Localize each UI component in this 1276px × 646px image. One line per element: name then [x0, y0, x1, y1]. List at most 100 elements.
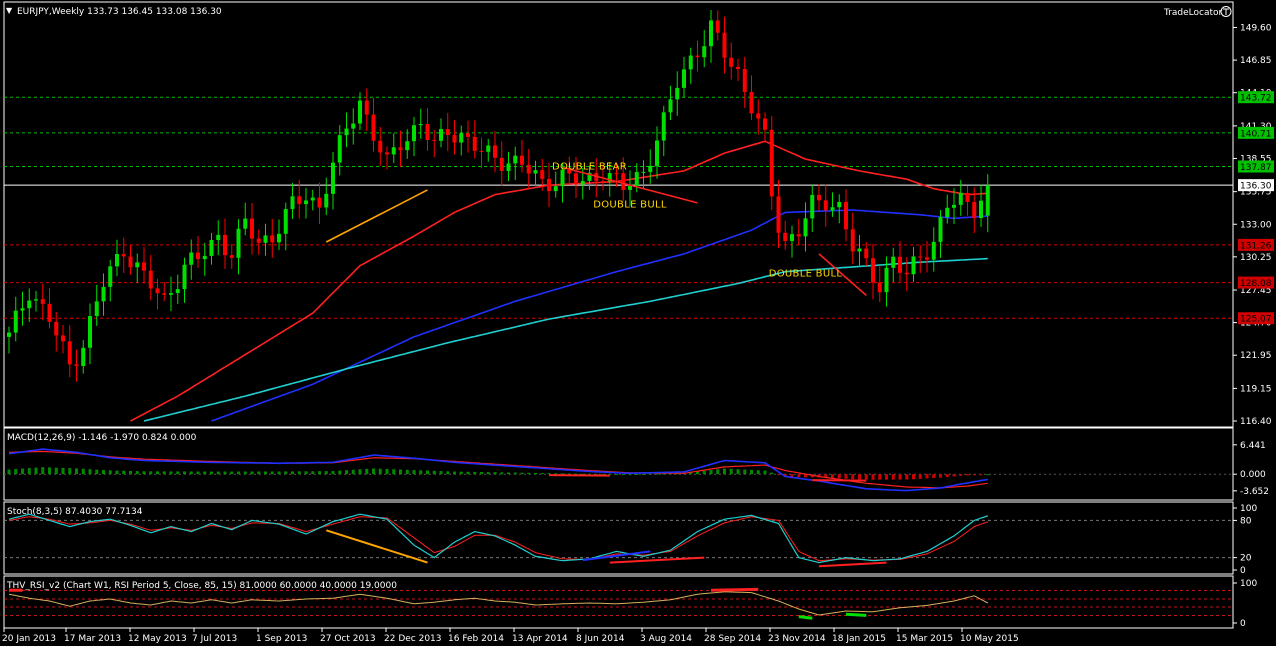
- rsi-tick-label: 0: [1240, 619, 1246, 629]
- candle-body: [614, 173, 619, 175]
- macd-histogram-bar: [952, 474, 956, 477]
- candle-body: [101, 286, 106, 302]
- macd-histogram-bar: [439, 471, 443, 475]
- date-tick-label: 10 May 2015: [960, 634, 1019, 644]
- candle-body: [682, 69, 686, 88]
- candle-body: [918, 256, 923, 258]
- candle-body: [945, 207, 950, 218]
- candle-body: [675, 87, 680, 100]
- candle-body: [958, 192, 963, 205]
- macd-histogram-bar: [743, 469, 747, 475]
- macd-histogram-bar: [891, 474, 895, 480]
- candle-body: [540, 170, 545, 179]
- candle-body: [506, 163, 511, 171]
- macd-histogram-bar: [527, 472, 531, 475]
- candle-body: [236, 228, 241, 258]
- candle-body: [763, 118, 767, 130]
- macd-histogram-bar: [122, 470, 126, 475]
- macd-histogram-bar: [878, 474, 882, 480]
- candle-body: [857, 248, 862, 252]
- macd-pane: 6.441 0.000 -3.652: [4, 441, 1269, 497]
- candle-body: [175, 289, 180, 294]
- stoch-tick-label: 20: [1240, 554, 1252, 564]
- stoch-tick-label: 100: [1240, 504, 1257, 514]
- macd-histogram-bar: [75, 468, 78, 475]
- rsi-tick-label: 100: [1240, 579, 1257, 589]
- price-tick-label: 130.25: [1240, 253, 1272, 263]
- macd-histogram-bar: [338, 470, 342, 475]
- macd-histogram-bar: [129, 470, 132, 475]
- candle-body: [844, 201, 848, 230]
- macd-histogram-bar: [318, 471, 321, 475]
- macd-histogram-bar: [68, 468, 72, 475]
- candle-body: [580, 180, 585, 185]
- macd-histogram-bar: [284, 471, 288, 475]
- macd-histogram-bar: [176, 471, 180, 475]
- macd-histogram-bar: [432, 470, 436, 475]
- macd-histogram-bar: [466, 471, 470, 475]
- candle-body: [877, 282, 882, 293]
- candle-body: [925, 257, 929, 260]
- candle-body: [61, 335, 65, 342]
- candle-body: [452, 135, 457, 143]
- candle-body: [439, 129, 443, 141]
- macd-histogram-bar: [156, 471, 159, 475]
- date-tick-label: 22 Dec 2013: [384, 634, 442, 644]
- candle-body: [398, 147, 403, 151]
- candle-body: [391, 147, 396, 155]
- macd-histogram-bar: [446, 471, 450, 475]
- macd-histogram-bar: [628, 474, 632, 476]
- candle-body: [493, 145, 497, 158]
- macd-histogram-bar: [702, 470, 706, 475]
- macd-signal-line: [8, 450, 988, 489]
- candle-body: [486, 145, 491, 152]
- candle-body: [297, 196, 302, 205]
- macd-histogram-bar: [14, 469, 18, 475]
- macd-histogram-bar: [493, 472, 497, 475]
- candle-body: [850, 229, 855, 252]
- candle-body: [270, 235, 275, 243]
- candle-body: [891, 256, 896, 268]
- candle-body: [796, 234, 801, 237]
- macd-histogram-bar: [162, 471, 166, 475]
- candle-body: [27, 300, 32, 309]
- macd-histogram-bar: [540, 473, 544, 475]
- candle-body: [526, 164, 531, 174]
- macd-histogram-bar: [986, 474, 990, 476]
- candle-body: [749, 91, 754, 114]
- date-tick-label: 3 Aug 2014: [640, 634, 692, 644]
- candle-body: [479, 150, 484, 152]
- rsi-title: THV_RSI_v2 (Chart W1, RSI Period 5, Clos…: [6, 581, 397, 591]
- candle-body: [331, 162, 335, 194]
- macd-histogram-bar: [547, 473, 551, 475]
- candle-body: [304, 200, 308, 205]
- candle-body: [911, 256, 916, 275]
- candle-body: [202, 255, 207, 260]
- macd-histogram-bar: [912, 474, 915, 480]
- macd-histogram-bar: [277, 471, 281, 475]
- macd-histogram-bar: [864, 474, 868, 480]
- candle-body: [769, 129, 774, 197]
- macd-histogram-bar: [756, 470, 760, 475]
- candle-body: [817, 194, 821, 201]
- candle-body: [715, 20, 720, 33]
- candle-body: [74, 364, 79, 367]
- macd-histogram-bar: [108, 470, 112, 475]
- candle-body: [803, 218, 808, 237]
- price-tick-label: 121.95: [1240, 351, 1272, 361]
- macd-histogram-bar: [898, 474, 902, 480]
- candle-body: [776, 196, 781, 233]
- dropdown-triangle-icon[interactable]: ▼: [6, 6, 13, 15]
- macd-histogram-bar: [304, 471, 308, 475]
- level-price-label: 136.30: [1240, 182, 1272, 192]
- candle-body: [938, 217, 943, 242]
- price-candles: [7, 10, 990, 382]
- macd-histogram-bar: [21, 468, 24, 475]
- candle-body: [709, 20, 713, 47]
- macd-histogram-bar: [723, 468, 726, 475]
- candle-body: [520, 155, 524, 165]
- macd-histogram-bar: [88, 469, 92, 475]
- candle-body: [655, 140, 659, 166]
- macd-histogram-bar: [925, 474, 929, 479]
- candle-body: [952, 204, 956, 208]
